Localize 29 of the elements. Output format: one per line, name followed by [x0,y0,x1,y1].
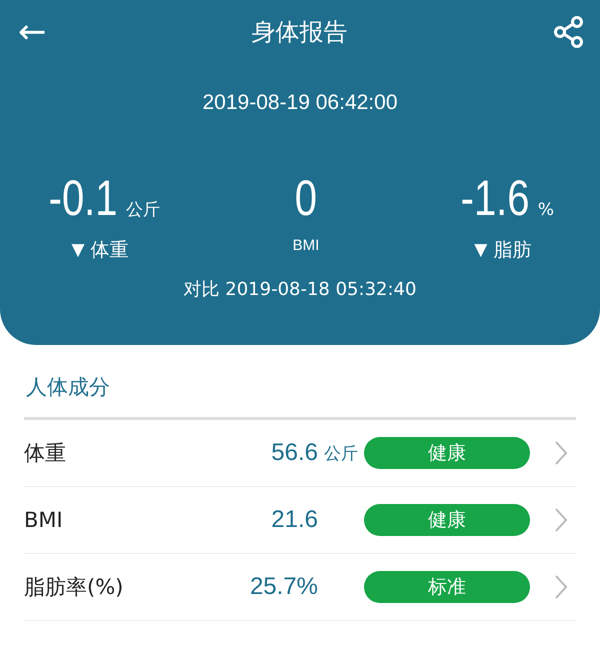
metric-unit: 公斤 [324,442,359,464]
metric-name: 脂肪率(%) [24,574,124,601]
stat-label: 脂肪 [493,238,532,263]
status-badge: 健康 [364,504,530,536]
stat-label: BMI [292,237,320,254]
back-button[interactable]: ← [18,15,46,49]
chevron-icon[interactable] [554,574,568,600]
status-badge: 标准 [364,571,530,603]
compare-datetime: 对比 2019-08-18 05:32:40 [182,278,418,301]
stat-label: 体重 [90,238,129,263]
chevron-icon[interactable] [554,440,568,466]
stat-unit: 公斤 [126,199,160,221]
page-title: 身体报告 [251,17,348,48]
metric-value: 56.6 [271,439,318,467]
share-icon[interactable] [552,15,586,49]
metric-value: 21.6 [271,506,318,534]
stat-value: 0 [294,173,318,223]
report-datetime: 2019-08-19 06:42:00 [202,91,398,115]
metric-name: 体重 [24,440,67,467]
down-arrow-icon: ▼ [474,240,488,260]
metric-name: BMI [24,508,64,532]
chevron-icon[interactable] [554,507,568,533]
section-title: 人体成分 [25,374,111,399]
status-badge: 健康 [364,437,530,469]
stat-unit: % [538,200,554,220]
metric-value: 25.7% [250,573,318,601]
stat-value: -0.1 [48,173,118,223]
stat-value: -1.6 [460,173,530,223]
down-arrow-icon: ▼ [72,240,85,260]
